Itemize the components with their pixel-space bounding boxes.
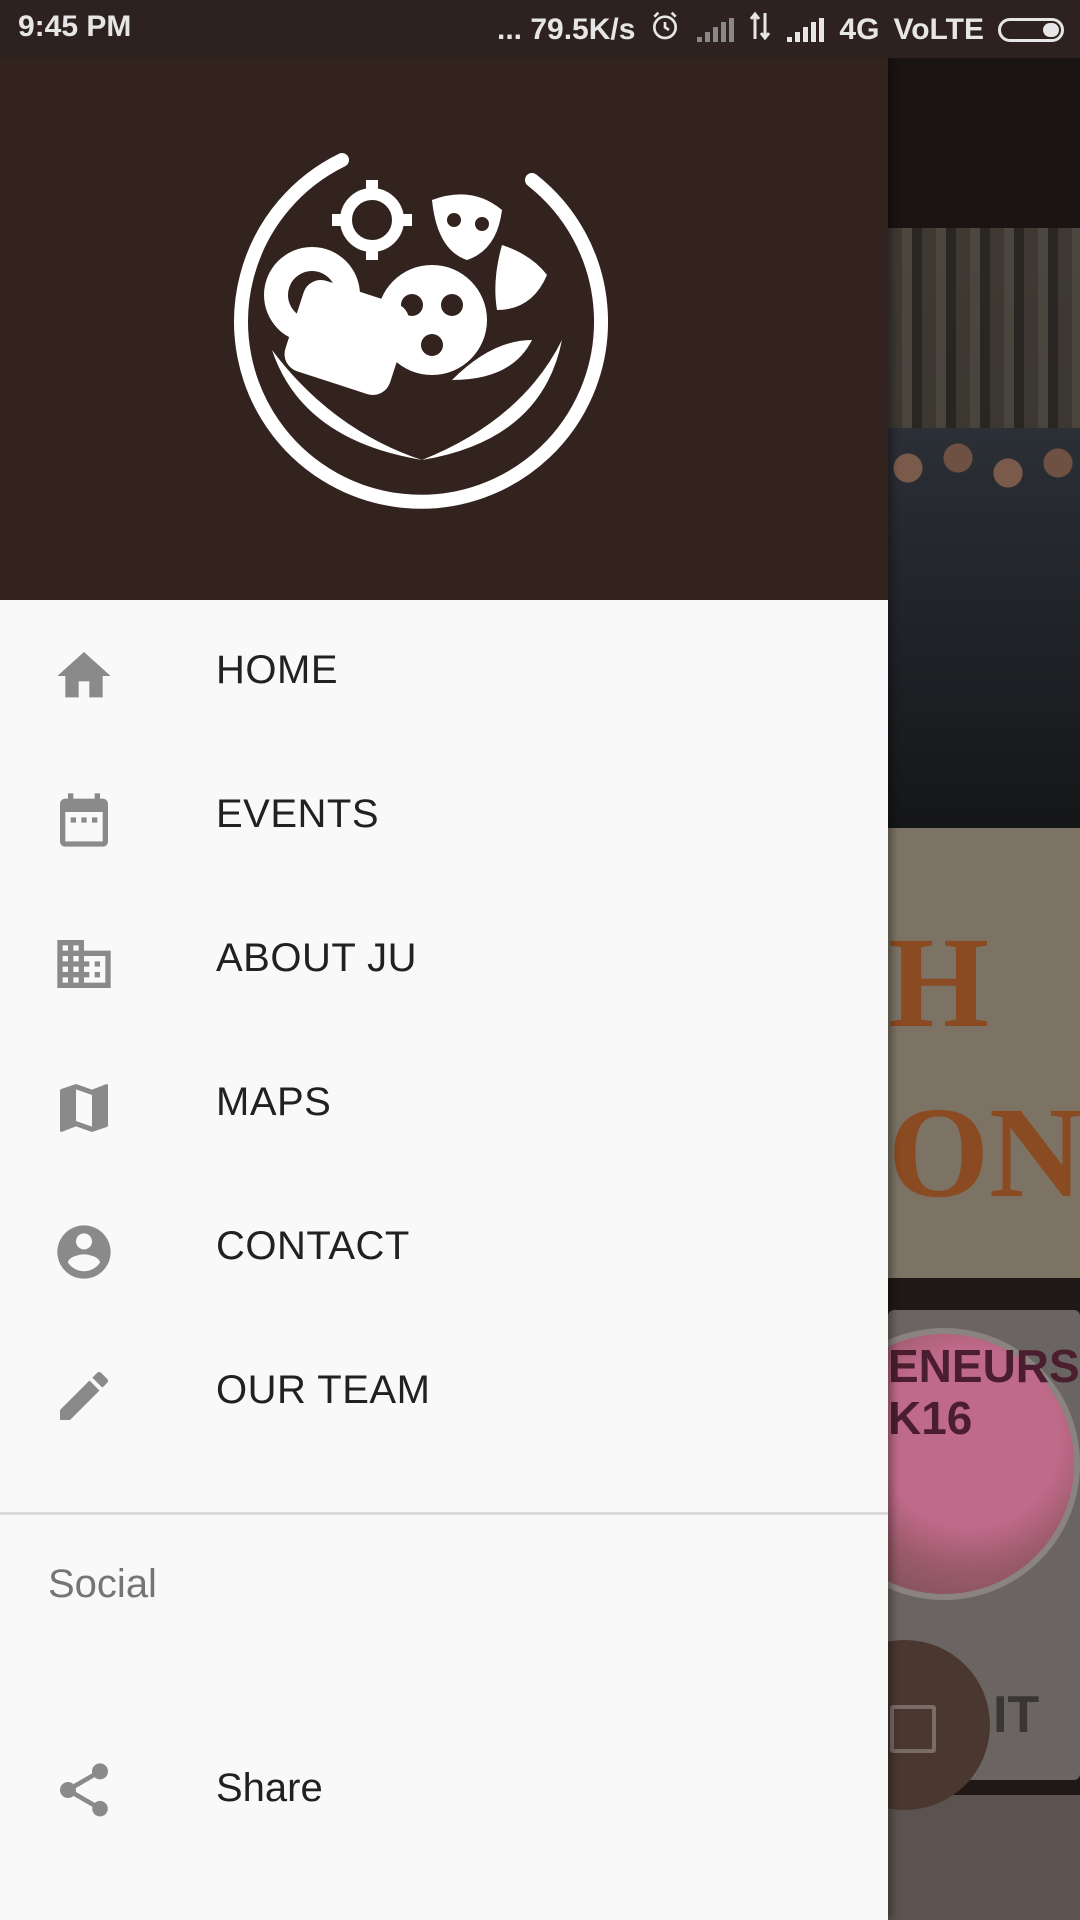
banner-text: ENEURS K16 (888, 1340, 1080, 1444)
menu-item-about[interactable]: ABOUT JU (0, 888, 888, 1032)
card-label: IT (993, 1686, 1040, 1744)
menu-label-share: Share (216, 1766, 323, 1810)
signal-weak-icon (695, 18, 735, 42)
signal-strong-icon (785, 18, 825, 42)
event-card-photo[interactable] (888, 228, 1080, 828)
status-bar: 9:45 PM ... 79.5K/s 4G VoLTE (0, 0, 1080, 58)
calendar-icon (60, 793, 108, 847)
volte-indicator: VoLTE (893, 13, 984, 46)
network-speed: ... 79.5K/s (497, 13, 636, 46)
menu-label-contact: CONTACT (216, 1224, 410, 1268)
status-icons: ... 79.5K/s 4G VoLTE (497, 10, 1064, 50)
notes-icon (890, 1705, 936, 1753)
drawer-header (0, 58, 888, 600)
account-circle-icon (57, 1225, 111, 1279)
menu-item-our-team[interactable]: OUR TEAM (0, 1320, 888, 1464)
network-type: 4G (839, 13, 880, 46)
section-title-social: Social (48, 1562, 157, 1606)
menu-item-events[interactable]: EVENTS (0, 744, 888, 888)
home-icon (57, 652, 111, 698)
menu-item-share[interactable]: Share (0, 1718, 888, 1862)
building-icon (57, 940, 111, 988)
menu-label-about: ABOUT JU (216, 936, 418, 980)
data-arrows-icon (749, 11, 771, 49)
menu-label-events: EVENTS (216, 792, 380, 836)
navigation-drawer: HOME EVENTS ABOUT JU MAPS CONTACT OUR TE… (0, 58, 888, 1920)
poster-text: H ON (888, 911, 1080, 1225)
menu-label-maps: MAPS (216, 1080, 332, 1124)
menu-divider (0, 1512, 888, 1515)
map-icon (60, 1084, 108, 1132)
pencil-icon (60, 1371, 109, 1420)
menu-item-contact[interactable]: CONTACT (0, 1176, 888, 1320)
festival-logo-icon (234, 153, 609, 509)
menu-item-maps[interactable]: MAPS (0, 1032, 888, 1176)
alarm-icon (649, 10, 681, 50)
event-card-poster[interactable]: H ON (888, 828, 1080, 1278)
status-time: 9:45 PM (18, 10, 132, 43)
battery-icon (998, 18, 1064, 42)
menu-label-home: HOME (216, 648, 338, 692)
menu-label-our-team: OUR TEAM (216, 1368, 431, 1412)
crowd-photo (888, 428, 1080, 828)
menu-item-home[interactable]: HOME (0, 600, 888, 744)
event-card-next[interactable] (888, 1795, 1080, 1920)
share-icon (60, 1763, 108, 1817)
